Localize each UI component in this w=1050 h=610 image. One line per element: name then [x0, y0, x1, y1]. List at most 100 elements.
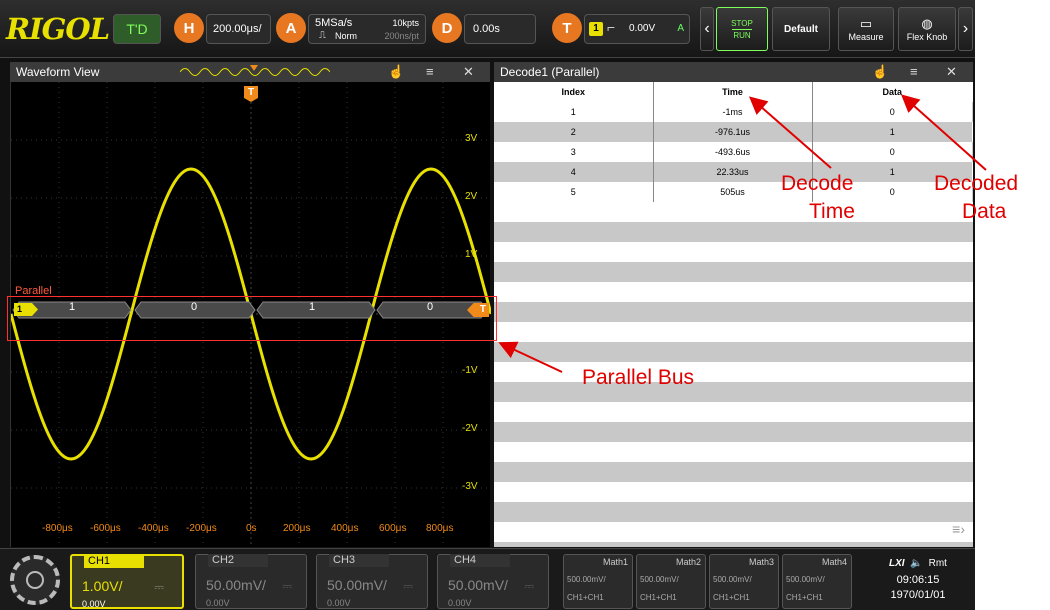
math3-source: CH1+CH1 — [713, 593, 750, 602]
table-row[interactable]: 1 -1ms 0 — [494, 102, 972, 122]
math4-scale: 500.00mV/ — [786, 575, 825, 584]
close-icon[interactable]: ✕ — [946, 64, 957, 80]
column-header-index[interactable]: Index — [494, 82, 654, 102]
delay-icon[interactable]: D — [432, 13, 462, 43]
math4-box[interactable]: Math4 500.00mV/ CH1+CH1 — [782, 554, 852, 609]
channel1-coupling-icon: ⎓ — [154, 580, 164, 594]
y-axis-label: 3V — [465, 133, 478, 144]
next-arrow-icon[interactable]: › — [958, 7, 973, 51]
cell-index: 3 — [494, 142, 654, 162]
flex-knob-button[interactable]: ◍ Flex Knob — [898, 7, 956, 51]
brand-logo: RIGOL — [6, 12, 110, 46]
settings-gear-icon[interactable] — [10, 555, 60, 605]
stop-label: STOP — [731, 18, 753, 28]
cell-time: -1ms — [653, 102, 813, 122]
default-button[interactable]: Default — [772, 7, 830, 51]
menu-icon[interactable]: ≡ — [910, 64, 918, 79]
prev-arrow-icon[interactable]: ‹ — [700, 7, 714, 51]
y-axis-label: -1V — [462, 365, 478, 376]
lxi-logo: LXI — [889, 558, 905, 569]
trigger-icon[interactable]: T — [552, 13, 582, 43]
annotation-decode-time-2: Time — [809, 200, 855, 223]
channel4-offset: 0.00V — [448, 598, 472, 608]
channel4-box[interactable]: CH4 50.00mV/ ⎓ 0.00V — [437, 554, 549, 609]
x-axis-label: 0s — [246, 523, 257, 534]
mini-waveform-icon — [180, 65, 330, 76]
channel4-label: CH4 — [450, 554, 510, 567]
table-row[interactable]: 2 -976.1us 1 — [494, 122, 972, 142]
x-axis-label: 800μs — [426, 523, 454, 534]
cell-time: -976.1us — [653, 122, 813, 142]
cell-data: 1 — [889, 127, 895, 137]
trigger-settings[interactable]: 1 ⌐ 0.00V A — [584, 14, 690, 44]
touch-icon[interactable]: ☝ — [388, 64, 404, 80]
decode-title-bar: Decode1 (Parallel) ☝ ≡ ✕ — [494, 62, 973, 82]
channel1-label: CH1 — [84, 555, 144, 568]
column-header-data[interactable]: Data — [812, 82, 972, 102]
channel1-offset: 0.00V — [82, 599, 106, 609]
memory-depth: 10kpts — [392, 18, 419, 28]
table-row[interactable]: 3 -493.6us 0 — [494, 142, 972, 162]
channel1-box[interactable]: CH1 1.00V/ ⎓ 0.00V — [70, 554, 184, 609]
channel2-box[interactable]: CH2 50.00mV/ ⎓ 0.00V — [195, 554, 307, 609]
run-stop-button[interactable]: STOP RUN — [716, 7, 768, 51]
delay-value[interactable]: 0.00s — [464, 14, 536, 44]
math2-scale: 500.00mV/ — [640, 575, 679, 584]
table-row[interactable]: 4 22.33us 1 — [494, 162, 972, 182]
channel3-label: CH3 — [329, 554, 389, 567]
measure-button[interactable]: ▭ Measure — [838, 7, 894, 51]
math3-scale: 500.00mV/ — [713, 575, 752, 584]
menu-icon[interactable]: ≡ — [426, 64, 434, 79]
sample-rate: 5MSa/s — [315, 17, 353, 29]
flex-knob-label: Flex Knob — [906, 32, 948, 42]
math1-label: Math1 — [602, 557, 628, 567]
decode-table: Index Time Data 1 -1ms 0 2 -976.1us 1 3 -493.… — [494, 82, 972, 202]
cell-data: 0 — [889, 147, 895, 157]
pulse-icon: ⎍ — [319, 30, 326, 41]
cell-index: 1 — [494, 102, 654, 122]
run-label: RUN — [733, 30, 751, 40]
y-axis-label: -3V — [462, 481, 478, 492]
channel3-offset: 0.00V — [327, 598, 351, 608]
remote-label: Rmt — [928, 558, 947, 569]
close-icon[interactable]: ✕ — [463, 64, 474, 80]
acquire-icon[interactable]: A — [276, 13, 306, 43]
clock-date: 1970/01/01 — [890, 589, 946, 601]
annotation-decoded-data-2: Data — [962, 200, 1007, 223]
math3-box[interactable]: Math3 500.00mV/ CH1+CH1 — [709, 554, 779, 609]
bottom-status-bar: CH1 1.00V/ ⎓ 0.00V CH2 50.00mV/ ⎓ 0.00V … — [0, 548, 975, 610]
acquire-resolution: 200ns/pt — [384, 31, 419, 41]
acquire-mode: Norm — [335, 31, 357, 41]
channel1-scale: 1.00V/ — [82, 578, 123, 594]
channel3-scale: 50.00mV/ — [327, 577, 387, 593]
math4-source: CH1+CH1 — [786, 593, 823, 602]
channel2-offset: 0.00V — [206, 598, 230, 608]
annotation-decode-time-1: Decode — [781, 172, 854, 195]
channel2-coupling-icon: ⎓ — [282, 579, 292, 593]
x-axis-label: -800μs — [42, 523, 73, 534]
acquire-info[interactable]: 5MSa/s 10kpts ⎍ Norm 200ns/pt — [308, 14, 426, 44]
x-axis-label: -400μs — [138, 523, 169, 534]
trigger-status[interactable]: T'D — [113, 14, 161, 44]
measure-label: Measure — [848, 32, 884, 42]
rising-edge-icon: ⌐ — [607, 19, 616, 35]
oscilloscope-screen: RIGOL T'D H 200.00μs/ A 5MSa/s 10kpts ⎍ … — [0, 0, 975, 610]
y-axis-label: 2V — [465, 191, 478, 202]
channel3-box[interactable]: CH3 50.00mV/ ⎓ 0.00V — [316, 554, 428, 609]
ruler-icon: ▭ — [859, 16, 873, 31]
speaker-icon: 🔈 — [910, 558, 923, 569]
horizontal-scale[interactable]: 200.00μs/ — [206, 14, 271, 44]
table-row[interactable]: 5 505us 0 — [494, 182, 972, 202]
horizontal-icon[interactable]: H — [174, 13, 204, 43]
column-header-time[interactable]: Time — [653, 82, 813, 102]
math1-box[interactable]: Math1 500.00mV/ CH1+CH1 — [563, 554, 633, 609]
math2-box[interactable]: Math2 500.00mV/ CH1+CH1 — [636, 554, 706, 609]
cell-time: -493.6us — [653, 142, 813, 162]
x-axis-label: 600μs — [379, 523, 407, 534]
math2-source: CH1+CH1 — [640, 593, 677, 602]
waveform-title: Waveform View — [16, 65, 100, 79]
touch-icon[interactable]: ☝ — [872, 64, 888, 80]
resize-handle-icon[interactable]: ≡› — [952, 521, 965, 537]
decode-title: Decode1 (Parallel) — [500, 65, 600, 79]
x-axis-label: 200μs — [283, 523, 311, 534]
